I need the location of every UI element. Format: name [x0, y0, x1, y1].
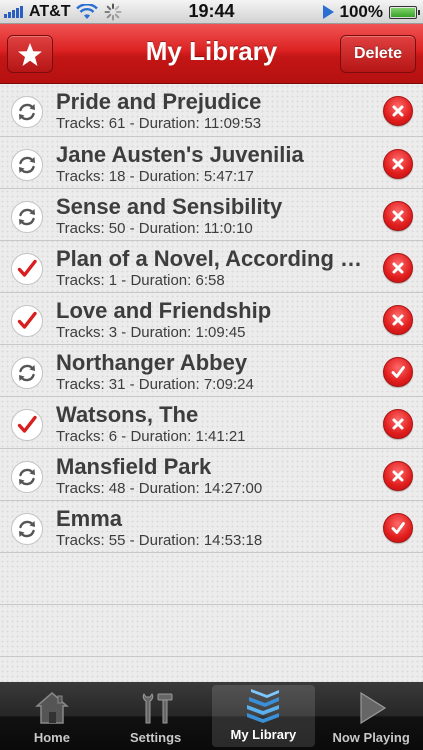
tab-my-library[interactable]: My Library [211, 685, 316, 747]
book-meta: Tracks: 3 - Duration: 1:09:45 [56, 324, 246, 341]
library-row-4[interactable]: Plan of a Novel, According to Hints from… [0, 241, 423, 293]
books-icon [247, 689, 280, 723]
tab-label: Now Playing [332, 730, 410, 745]
book-meta: Tracks: 48 - Duration: 14:27:00 [56, 480, 263, 497]
remove-button[interactable] [383, 253, 413, 283]
book-title: Pride and Prejudice [56, 89, 262, 114]
downloaded-button[interactable] [383, 357, 413, 387]
book-title: Plan of a Novel, According to Hints from… [56, 246, 368, 271]
play-icon [360, 691, 387, 725]
checkmark-icon [11, 305, 43, 337]
library-row-8[interactable]: Mansfield Park Tracks: 48 - Duration: 14… [0, 449, 423, 501]
sync-icon [11, 96, 43, 128]
library-row-7[interactable]: Watsons, The Tracks: 6 - Duration: 1:41:… [0, 397, 423, 449]
status-bar: AT&T 19:44 100% [0, 0, 423, 24]
sync-icon [11, 461, 43, 493]
check-icon [391, 366, 405, 378]
sync-icon [11, 201, 43, 233]
close-icon [392, 418, 404, 430]
book-title: Love and Friendship [56, 298, 272, 323]
book-meta: Tracks: 18 - Duration: 5:47:17 [56, 168, 254, 185]
close-icon [392, 262, 404, 274]
check-icon [391, 522, 405, 534]
library-row-5[interactable]: Love and Friendship Tracks: 3 - Duration… [0, 293, 423, 345]
tab-home[interactable]: Home [0, 682, 104, 750]
status-right: 100% [322, 2, 420, 22]
delete-button[interactable]: Delete [340, 35, 416, 73]
sync-icon [11, 357, 43, 389]
book-title: Sense and Sensibility [56, 194, 283, 219]
tab-settings[interactable]: Settings [104, 682, 208, 750]
book-meta: Tracks: 31 - Duration: 7:09:24 [56, 376, 254, 393]
remove-button[interactable] [383, 305, 413, 335]
battery-percent: 100% [339, 2, 383, 21]
library-row-9[interactable]: Emma Tracks: 55 - Duration: 14:53:18 [0, 501, 423, 553]
library-row-2[interactable]: Jane Austen's Juvenilia Tracks: 18 - Dur… [0, 137, 423, 189]
sync-icon [11, 149, 43, 181]
tab-label: My Library [230, 727, 297, 742]
book-meta: Tracks: 6 - Duration: 1:41:21 [56, 428, 246, 445]
book-title: Watsons, The [56, 402, 199, 427]
book-title: Emma [56, 506, 123, 531]
empty-row [0, 553, 423, 605]
home-icon [34, 692, 69, 724]
now-playing-indicator-icon [322, 5, 334, 19]
remove-button[interactable] [383, 149, 413, 179]
remove-button[interactable] [383, 201, 413, 231]
library-row-1[interactable]: Pride and Prejudice Tracks: 61 - Duratio… [0, 84, 423, 137]
tab-now-playing[interactable]: Now Playing [319, 682, 423, 750]
close-icon [392, 210, 404, 222]
remove-button[interactable] [383, 461, 413, 491]
downloaded-button[interactable] [383, 513, 413, 543]
book-title: Jane Austen's Juvenilia [56, 142, 304, 167]
empty-row [0, 605, 423, 657]
book-title: Northanger Abbey [56, 350, 248, 375]
battery-icon [389, 5, 420, 19]
tab-label: Settings [129, 730, 182, 745]
close-icon [392, 470, 404, 482]
tab-label: Home [33, 730, 70, 745]
sync-icon [11, 513, 43, 545]
tab-bar: Home Settings My Library Now Playing [0, 682, 423, 750]
close-icon [392, 105, 404, 117]
remove-button[interactable] [383, 409, 413, 439]
library-row-6[interactable]: Northanger Abbey Tracks: 31 - Duration: … [0, 345, 423, 397]
checkmark-icon [11, 253, 43, 285]
book-meta: Tracks: 55 - Duration: 14:53:18 [56, 532, 263, 549]
tools-icon [142, 693, 173, 724]
remove-button[interactable] [383, 96, 413, 126]
library-row-3[interactable]: Sense and Sensibility Tracks: 50 - Durat… [0, 189, 423, 241]
book-meta: Tracks: 1 - Duration: 6:58 [56, 272, 225, 289]
library-list[interactable]: Pride and Prejudice Tracks: 61 - Duratio… [0, 84, 423, 682]
close-icon [392, 158, 404, 170]
book-title: Mansfield Park [56, 454, 212, 479]
book-meta: Tracks: 61 - Duration: 11:09:53 [56, 115, 262, 132]
book-meta: Tracks: 50 - Duration: 11:0:10 [56, 220, 253, 237]
checkmark-icon [11, 409, 43, 441]
navigation-bar: My Library Delete [0, 24, 423, 84]
close-icon [392, 314, 404, 326]
